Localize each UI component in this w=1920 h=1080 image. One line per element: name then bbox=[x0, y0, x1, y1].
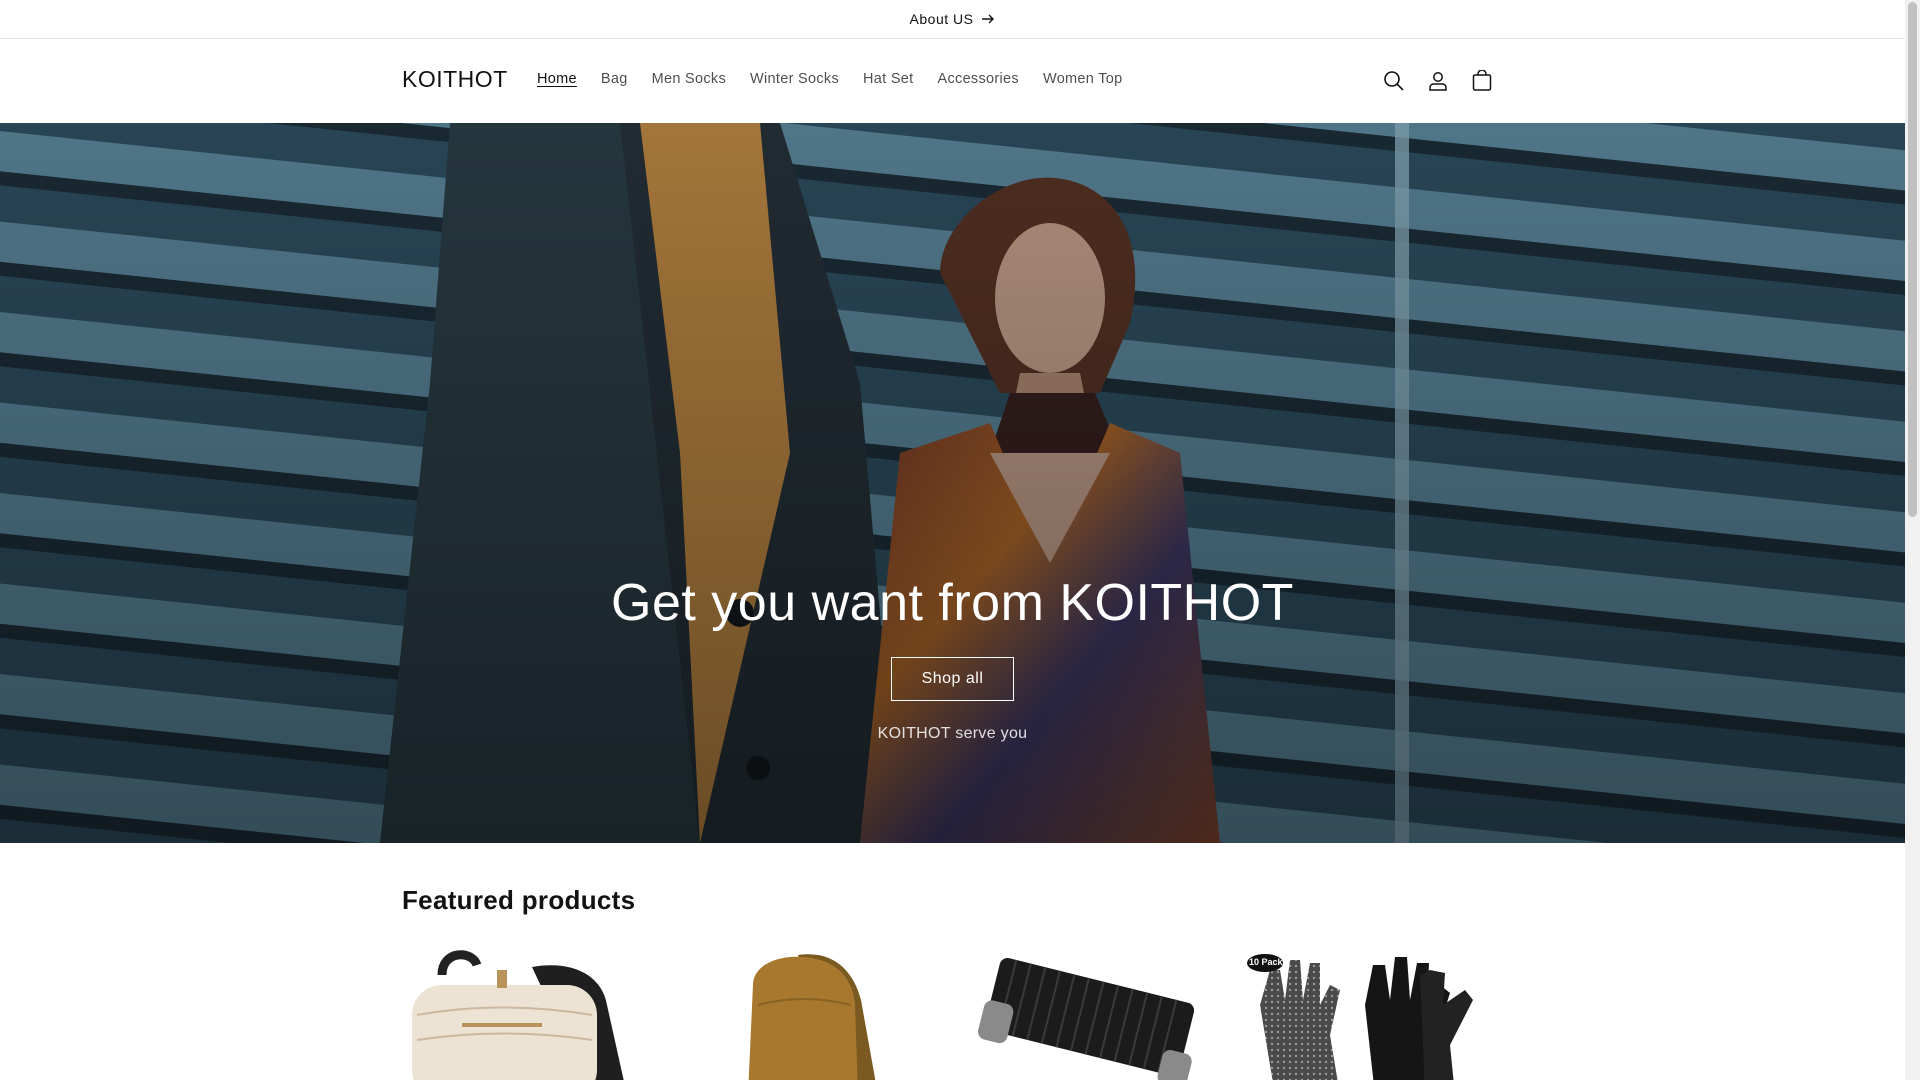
search-icon bbox=[1384, 71, 1404, 91]
hero-banner: Get you want from KOITHOT Shop all KOITH… bbox=[0, 123, 1905, 843]
account-button[interactable] bbox=[1424, 67, 1452, 95]
account-icon bbox=[1429, 72, 1447, 91]
announcement-bar: About US bbox=[0, 0, 1905, 39]
main-nav: Home Bag Men Socks Winter Socks Hat Set … bbox=[525, 71, 1135, 87]
product-card-black-socks-bundle[interactable] bbox=[964, 945, 1221, 1080]
nav-women-top[interactable]: Women Top bbox=[1031, 71, 1135, 87]
nav-bag[interactable]: Bag bbox=[589, 71, 640, 87]
hero-title: Get you want from KOITHOT bbox=[611, 574, 1294, 632]
site-logo[interactable]: KOITHOT bbox=[402, 66, 508, 93]
cart-icon bbox=[1472, 70, 1492, 91]
page-scrollbar[interactable] bbox=[1905, 0, 1920, 1080]
product-badge: 10 Pack bbox=[1249, 957, 1283, 967]
black-socks-image bbox=[978, 957, 1195, 1080]
cart-button[interactable] bbox=[1468, 67, 1496, 95]
nav-home[interactable]: Home bbox=[525, 71, 589, 87]
about-us-link[interactable]: About US bbox=[910, 11, 996, 27]
tan-backpack-image bbox=[748, 954, 876, 1080]
header-icons bbox=[1380, 67, 1496, 95]
search-button[interactable] bbox=[1380, 67, 1408, 95]
site-header: KOITHOT Home Bag Men Socks Winter Socks … bbox=[0, 39, 1905, 123]
cream-backpack-image bbox=[412, 950, 624, 1080]
product-grid: 10 Pack bbox=[402, 945, 1502, 1080]
nav-winter-socks[interactable]: Winter Socks bbox=[738, 71, 851, 87]
arrow-right-icon bbox=[982, 14, 995, 24]
shop-all-button[interactable]: Shop all bbox=[890, 657, 1015, 701]
product-card-tan-backpack[interactable] bbox=[683, 945, 940, 1080]
hero-subtitle: KOITHOT serve you bbox=[877, 725, 1028, 742]
nav-accessories[interactable]: Accessories bbox=[926, 71, 1031, 87]
gloves-image bbox=[1247, 954, 1473, 1080]
hero-content: Get you want from KOITHOT Shop all KOITH… bbox=[0, 573, 1905, 743]
scrollbar-thumb[interactable] bbox=[1908, 2, 1917, 517]
nav-hat-set[interactable]: Hat Set bbox=[851, 71, 925, 87]
product-card-gloves[interactable]: 10 Pack bbox=[1245, 945, 1502, 1080]
nav-men-socks[interactable]: Men Socks bbox=[640, 71, 738, 87]
product-card-cream-backpack[interactable] bbox=[402, 945, 659, 1080]
featured-products-title: Featured products bbox=[402, 885, 636, 915]
announcement-text: About US bbox=[909, 11, 974, 27]
